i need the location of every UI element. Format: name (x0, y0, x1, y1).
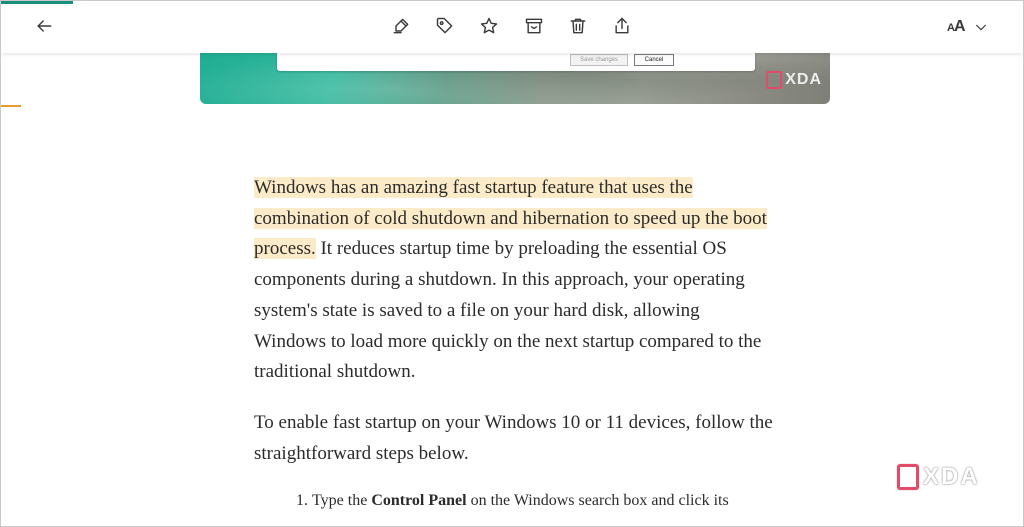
paragraph-2: To enable fast startup on your Windows 1… (254, 411, 773, 464)
delete-button[interactable] (566, 13, 590, 39)
arrow-left-icon (37, 20, 52, 32)
image-watermark: XDA (766, 71, 822, 89)
reader-toolbar: AA (1, 1, 1023, 53)
chevron-down-icon (975, 24, 986, 31)
dialog-save-button: Save changes (570, 54, 628, 66)
star-icon (480, 17, 498, 34)
step-text-before: Type the (312, 492, 372, 510)
steps-list: Type the Control Panel on the Windows se… (254, 489, 774, 513)
xda-logo-icon (897, 464, 919, 490)
reading-progress-bar (1, 1, 73, 4)
trash-icon (570, 18, 586, 34)
image-watermark-text: XDA (785, 71, 822, 88)
share-icon (615, 17, 629, 34)
share-button[interactable] (610, 13, 634, 39)
paragraph-1-rest: It reduces startup time by preloading th… (254, 238, 762, 383)
tag-button[interactable] (433, 13, 457, 39)
back-button[interactable] (32, 13, 56, 39)
reader-window: Save changes Cancel XDA AA Windows has a… (0, 0, 1024, 527)
tag-icon (436, 17, 453, 34)
article-body: Windows has an amazing fast startup feat… (254, 173, 774, 513)
corner-watermark: XDA (897, 463, 980, 491)
step-text-after: on the Windows search box and click its (466, 492, 729, 510)
step-text-bold: Control Panel (371, 492, 467, 510)
archive-icon (525, 18, 543, 34)
highlight-marker (1, 105, 21, 107)
corner-watermark-text: XDA (923, 463, 980, 490)
dialog-cancel-button: Cancel (634, 54, 674, 66)
font-size-icon: AA (947, 18, 965, 35)
font-settings-button[interactable]: AA (947, 15, 989, 39)
paragraph-1: Windows has an amazing fast startup feat… (254, 173, 774, 388)
xda-logo-icon (766, 71, 783, 89)
highlighter-icon (393, 18, 409, 34)
archive-button[interactable] (522, 13, 546, 39)
highlight-button[interactable] (389, 13, 413, 39)
favorite-button[interactable] (477, 13, 501, 39)
list-item: Type the Control Panel on the Windows se… (312, 489, 774, 513)
